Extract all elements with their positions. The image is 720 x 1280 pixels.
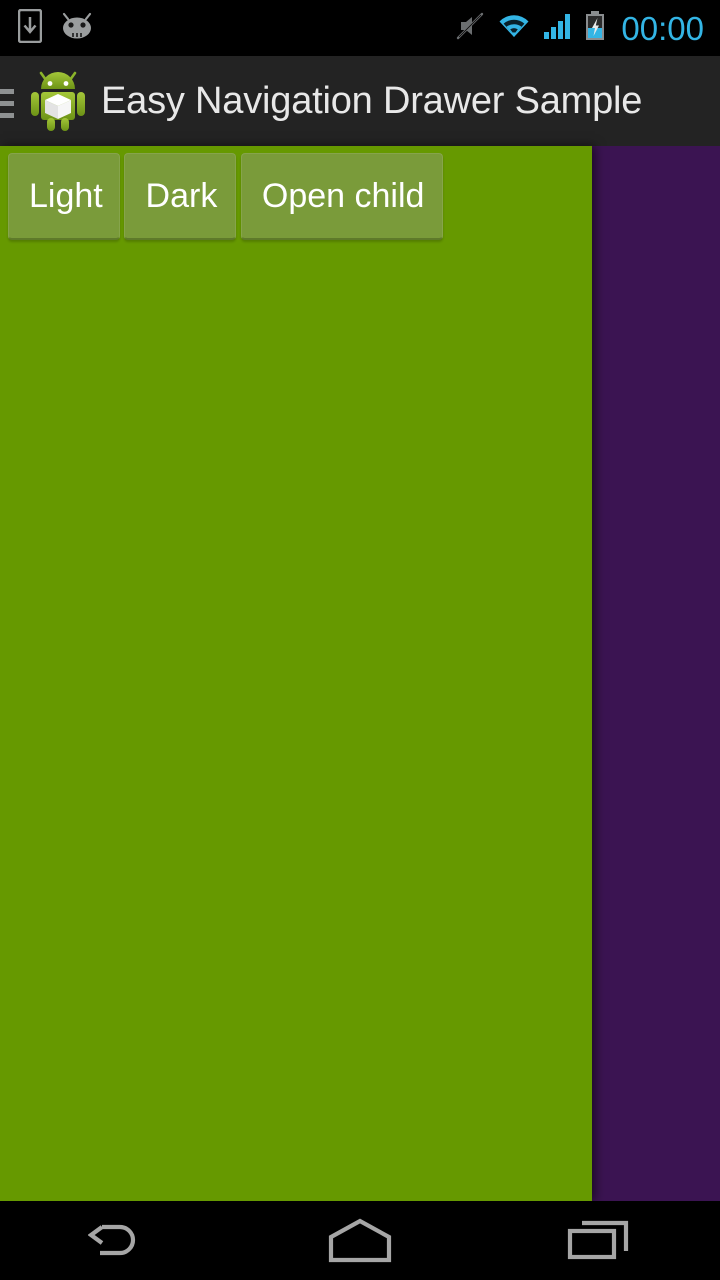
nav-back-button[interactable] xyxy=(0,1201,240,1280)
system-navigation-bar xyxy=(0,1201,720,1280)
hamburger-bar xyxy=(0,113,14,118)
battery-charging-icon xyxy=(585,10,605,46)
hamburger-menu-icon[interactable] xyxy=(0,56,20,146)
status-bar: 00:00 xyxy=(0,0,720,56)
ringer-muted-icon xyxy=(455,11,485,46)
navigation-drawer: Light Dark Open child xyxy=(0,146,592,1201)
android-face-icon xyxy=(60,12,94,45)
dark-theme-button[interactable]: Dark xyxy=(124,153,237,240)
action-bar: Easy Navigation Drawer Sample xyxy=(0,56,720,146)
hamburger-bar xyxy=(0,101,14,106)
hamburger-bar xyxy=(0,89,14,94)
nav-home-button[interactable] xyxy=(240,1201,480,1280)
status-bar-clock: 00:00 xyxy=(621,9,704,47)
status-bar-system-icons: 00:00 xyxy=(455,9,704,47)
android-screen: 00:00 Easy Navigation Drawer Sample Ligh… xyxy=(0,0,720,1280)
drawer-button-list: Light Dark Open child xyxy=(8,153,592,253)
android-app-icon xyxy=(29,70,87,132)
download-to-device-icon xyxy=(17,8,43,48)
light-theme-button[interactable]: Light xyxy=(8,153,120,240)
wifi-icon xyxy=(497,12,531,45)
status-bar-notifications xyxy=(17,8,94,48)
page-title: Easy Navigation Drawer Sample xyxy=(101,80,643,122)
cellular-signal-icon xyxy=(543,12,573,45)
nav-recents-button[interactable] xyxy=(480,1201,720,1280)
open-child-button[interactable]: Open child xyxy=(240,153,443,240)
